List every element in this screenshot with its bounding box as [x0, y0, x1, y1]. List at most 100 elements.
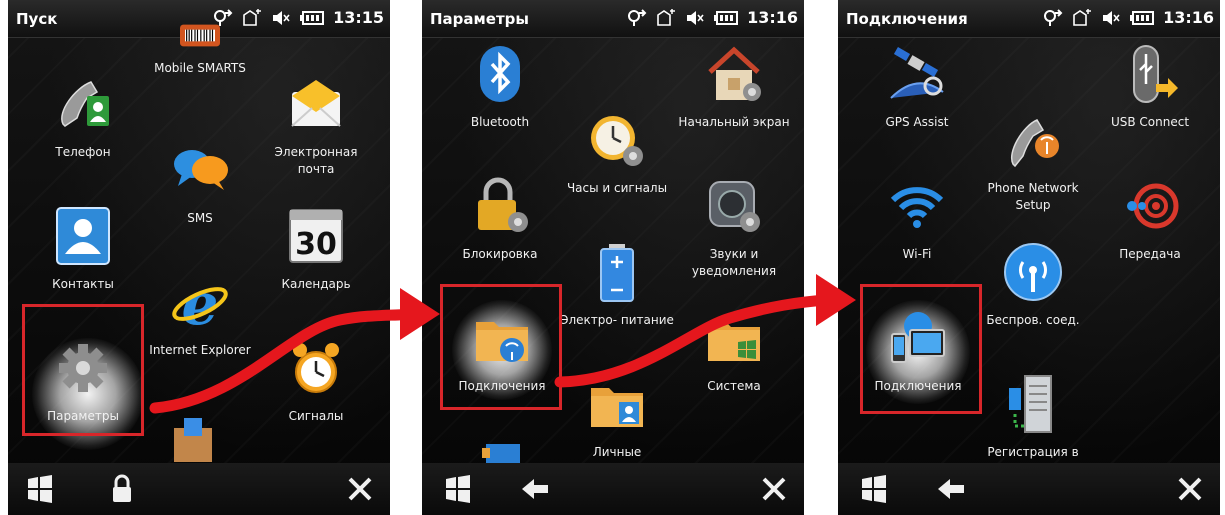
wifi-icon: [890, 187, 944, 228]
tile-label: Mobile SMARTS: [154, 61, 246, 75]
contact-card-icon: [56, 207, 110, 265]
beam-icon: [1127, 183, 1179, 229]
phone-screen-settings: Параметры 13:16 Bluetooth Начальный экра…: [422, 0, 804, 515]
close-icon[interactable]: [344, 473, 376, 505]
bottom-bar: [422, 463, 804, 515]
bottom-bar: [838, 463, 1220, 515]
tile-home-screen[interactable]: Начальный экран: [674, 44, 794, 164]
tile-label: Звуки и уведомления: [691, 247, 777, 278]
status-bar: Параметры 13:16: [422, 0, 804, 38]
tile-sounds[interactable]: Звуки и уведомления: [674, 176, 794, 296]
tile-power[interactable]: Электро- питание: [557, 242, 677, 362]
connectivity-icon[interactable]: [1043, 8, 1063, 27]
speaker-gear-icon: [709, 181, 760, 232]
tile-usb-connect[interactable]: USB Connect: [1090, 44, 1210, 164]
battery-status-icon[interactable]: [1130, 9, 1155, 27]
tile-label: SMS: [187, 211, 213, 225]
tile-label: Часы и сигналы: [566, 181, 668, 195]
lock-icon[interactable]: [106, 473, 138, 505]
phone-icon: [61, 81, 109, 127]
tile-phone[interactable]: Телефон: [23, 74, 143, 194]
connections-grid: GPS Assist USB Connect Phone Network Set…: [838, 38, 1220, 463]
tile-sms[interactable]: SMS: [140, 140, 260, 260]
envelope-icon: [291, 80, 341, 127]
selection-frame: [440, 284, 562, 410]
tile-label: Календарь: [281, 277, 351, 291]
back-arrow-icon[interactable]: [936, 473, 968, 505]
tile-gps-assist[interactable]: GPS Assist: [857, 44, 977, 164]
wireless-signal-icon: [1004, 243, 1062, 301]
bottom-bar: [8, 463, 390, 515]
server-icon: [1009, 375, 1052, 433]
tile-label: USB Connect: [1110, 115, 1190, 129]
tile-label: Phone Network Setup: [987, 181, 1079, 212]
tile-wireless-connections[interactable]: Беспров. соед.: [973, 242, 1093, 362]
status-bar: Подключения 13:16: [838, 0, 1220, 38]
tile-label: Электро- питание: [560, 313, 674, 327]
phone-screen-connections: Подключения 13:16 GPS Assist USB Connect…: [838, 0, 1220, 515]
phone-screen-start: Пуск 13:15 Mobile SMARTS Телефон Электро…: [8, 0, 390, 515]
battery-status-icon[interactable]: [300, 9, 325, 27]
tile-system[interactable]: Система: [674, 308, 794, 428]
close-icon[interactable]: [1174, 473, 1206, 505]
tile-label: Передача: [1119, 247, 1181, 261]
close-icon[interactable]: [758, 473, 790, 505]
tile-label: Internet Explorer: [149, 343, 251, 357]
tile-clock-alarms[interactable]: Часы и сигналы: [557, 110, 677, 230]
tile-lock[interactable]: Блокировка: [440, 176, 560, 296]
screen-title: Пуск: [16, 10, 58, 28]
windows-logo-icon[interactable]: [24, 473, 56, 505]
tile-internet-explorer[interactable]: e Internet Explorer: [140, 272, 260, 392]
bluetooth-icon: [480, 46, 520, 102]
tile-label: Контакты: [52, 277, 114, 291]
calendar-icon: 30: [289, 209, 343, 263]
back-arrow-icon[interactable]: [520, 473, 552, 505]
battery-status-icon[interactable]: [714, 9, 739, 27]
tile-bluetooth[interactable]: Bluetooth: [440, 44, 560, 164]
speaker-muted-icon[interactable]: [271, 9, 291, 27]
chat-bubbles-icon: [174, 150, 228, 190]
speaker-muted-icon[interactable]: [685, 9, 705, 27]
tile-email[interactable]: Электронная почта: [256, 74, 376, 194]
tile-wifi[interactable]: Wi-Fi: [857, 176, 977, 296]
tile-label: Wi-Fi: [902, 247, 932, 261]
tile-label: Беспров. соед.: [986, 313, 1080, 327]
house-gear-icon: [708, 46, 761, 101]
battery-icon: [600, 244, 634, 302]
tile-label: Система: [707, 379, 761, 393]
phone-antenna-icon: [1010, 119, 1059, 168]
partial-app-icon: [482, 444, 520, 464]
padlock-gear-icon: [478, 177, 528, 232]
tile-label: Электронная почта: [274, 145, 358, 176]
satellite-icon: [890, 47, 944, 99]
windows-logo-icon[interactable]: [858, 473, 890, 505]
tile-label: Телефон: [55, 145, 111, 159]
signal-off-icon[interactable]: [1072, 8, 1092, 27]
tile-label: Сигналы: [288, 409, 344, 423]
tile-mobile-smarts[interactable]: Mobile SMARTS: [140, 18, 260, 138]
usb-icon: [1133, 45, 1178, 103]
svg-text:30: 30: [295, 227, 337, 262]
tile-label: Личные: [592, 445, 642, 459]
connectivity-icon[interactable]: [627, 8, 647, 27]
windows-logo-icon[interactable]: [442, 473, 474, 505]
tile-label: GPS Assist: [885, 115, 949, 129]
partial-app-icon: [174, 418, 212, 462]
clock-time: 13:15: [333, 8, 384, 27]
settings-grid: Bluetooth Начальный экран Часы и сигналы…: [422, 38, 804, 464]
tile-calendar[interactable]: 30 Календарь: [256, 206, 376, 326]
clock-gear-icon: [591, 116, 643, 166]
tile-alarms[interactable]: Сигналы: [256, 338, 376, 458]
clock-time: 13:16: [747, 8, 798, 27]
folder-contact-icon: [591, 388, 643, 427]
tile-transfer[interactable]: Передача: [1090, 176, 1210, 296]
internet-explorer-icon: e: [172, 272, 228, 332]
folder-windows-icon: [708, 322, 760, 361]
tile-phone-network-setup[interactable]: Phone Network Setup: [973, 110, 1093, 230]
selection-frame: [860, 284, 982, 414]
tile-label: Блокировка: [462, 247, 538, 261]
signal-off-icon[interactable]: [656, 8, 676, 27]
tile-label: Bluetooth: [470, 115, 530, 129]
alarm-clock-icon: [293, 343, 339, 393]
speaker-muted-icon[interactable]: [1101, 9, 1121, 27]
